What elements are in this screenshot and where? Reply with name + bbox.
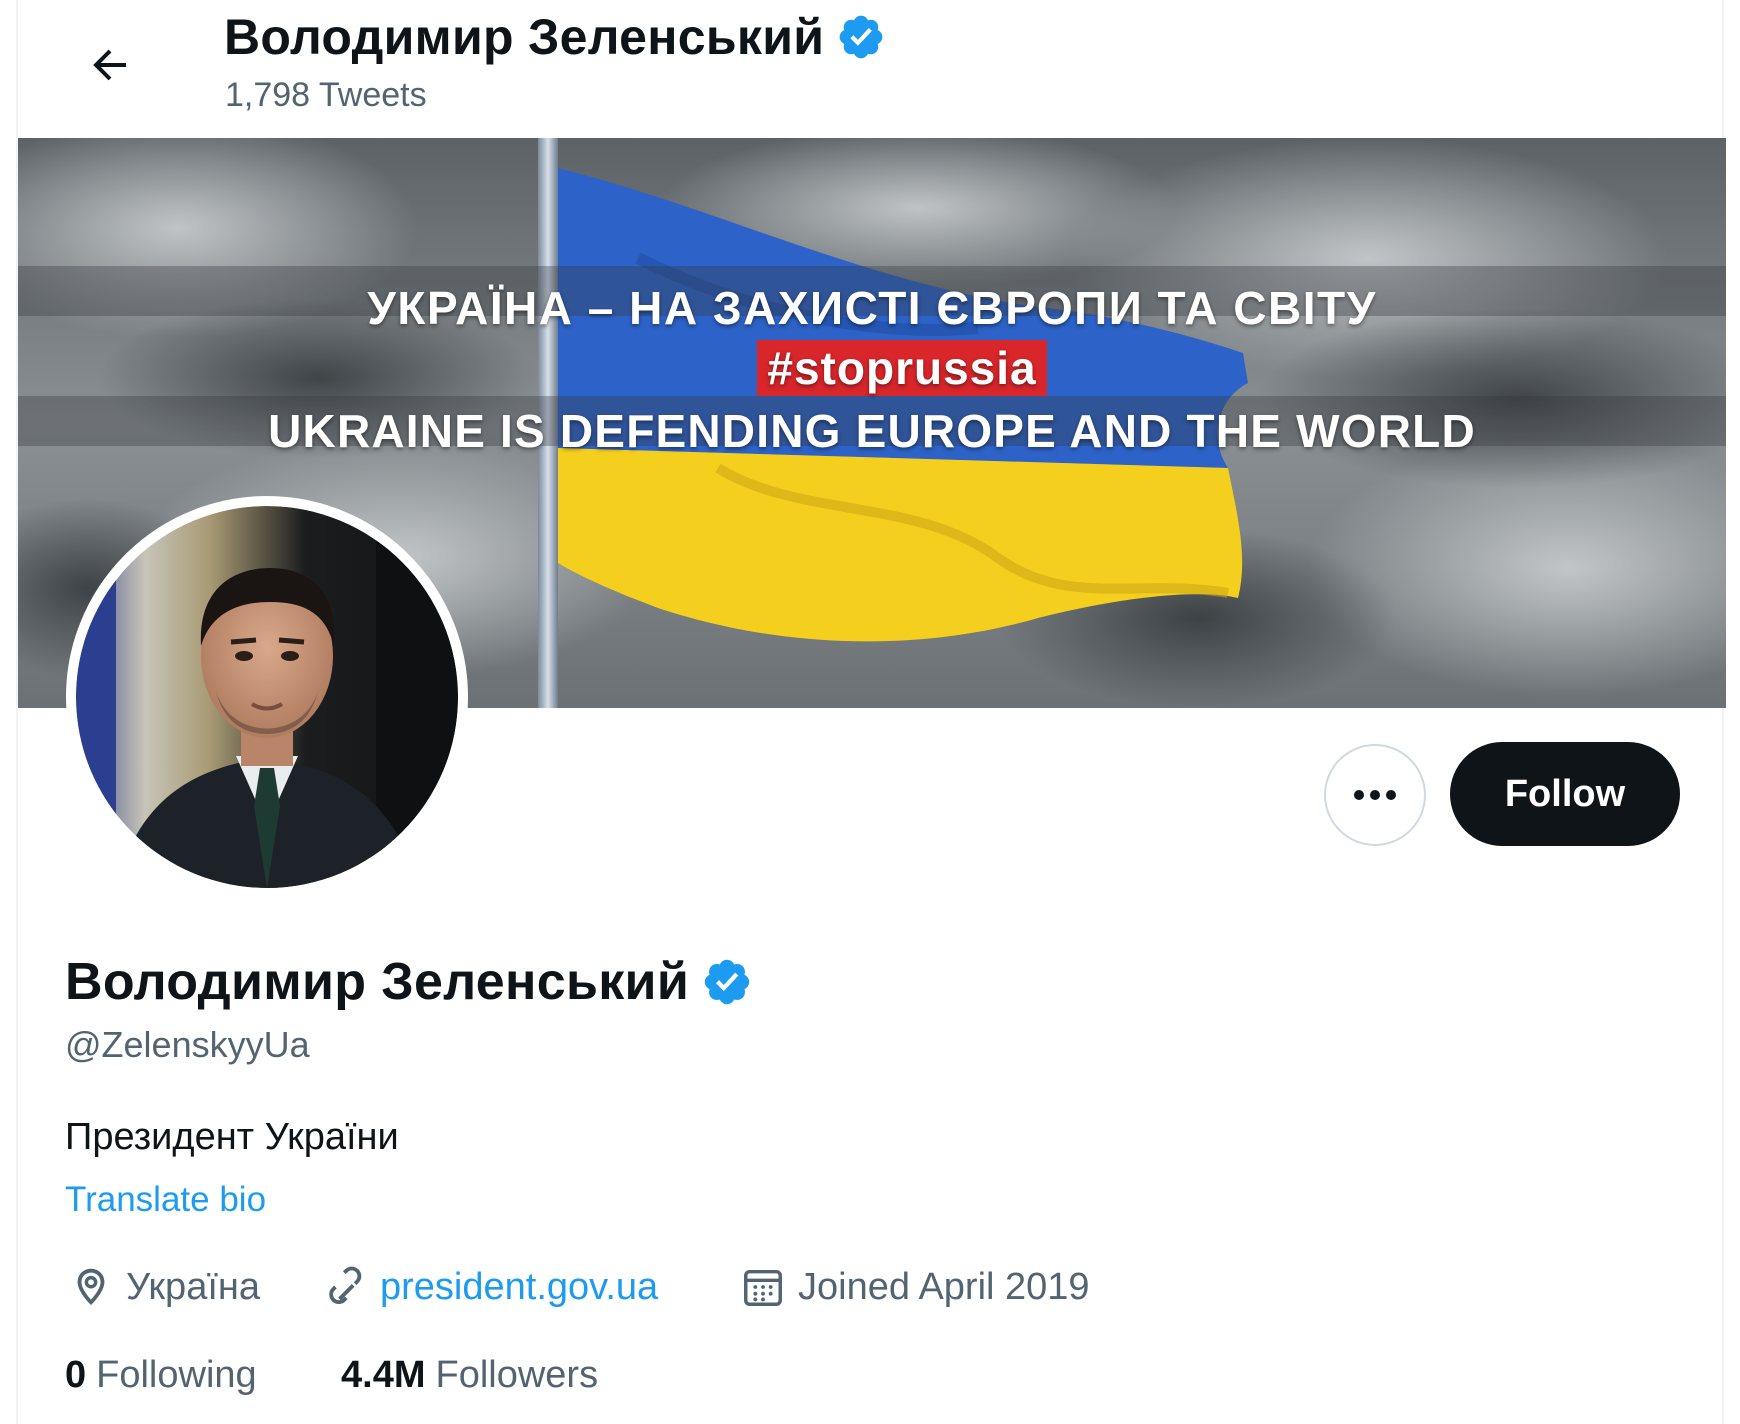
verified-badge-icon bbox=[839, 15, 883, 59]
profile-column: Володимир Зеленський 1,798 Tweets УКРАЇН… bbox=[16, 0, 1726, 1424]
followers-link[interactable]: 4.4M Followers bbox=[341, 1350, 598, 1400]
location-text: Україна bbox=[126, 1265, 261, 1308]
avatar-photo bbox=[76, 506, 458, 888]
website-link[interactable]: president.gov.ua bbox=[380, 1266, 658, 1309]
banner-headline-ua: УКРАЇНА – НА ЗАХИСТІ ЄВРОПИ ТА СВІТУ bbox=[367, 282, 1377, 334]
profile-joined: Joined April 2019 bbox=[740, 1262, 1090, 1312]
profile-name: Володимир Зеленський bbox=[65, 952, 753, 1012]
more-icon bbox=[1354, 790, 1396, 800]
back-arrow-icon bbox=[93, 49, 126, 81]
header-name: Володимир Зеленський bbox=[224, 9, 825, 65]
profile-header-bar: Володимир Зеленський 1,798 Tweets bbox=[18, 0, 1722, 138]
profile-location: Україна bbox=[68, 1262, 260, 1312]
link-icon bbox=[329, 1266, 362, 1305]
follow-button[interactable]: Follow bbox=[1450, 742, 1680, 846]
calendar-icon bbox=[744, 1269, 782, 1306]
location-icon bbox=[77, 1268, 105, 1306]
profile-website[interactable]: president.gov.ua bbox=[322, 1262, 658, 1312]
banner-hashtag-text: #stoprussia bbox=[757, 340, 1047, 396]
verified-badge-icon[interactable] bbox=[701, 956, 753, 1008]
header-title: Володимир Зеленський bbox=[224, 8, 886, 66]
banner-hashtag: #stoprussia bbox=[18, 340, 1726, 396]
followers-label: Followers bbox=[435, 1353, 599, 1396]
back-button[interactable] bbox=[70, 30, 150, 100]
following-count: 0 bbox=[65, 1353, 87, 1396]
banner-headline-en: UKRAINE IS DEFENDING EUROPE AND THE WORL… bbox=[268, 405, 1476, 457]
profile-display-name: Володимир Зеленський bbox=[65, 953, 690, 1011]
following-label: Following bbox=[96, 1353, 257, 1396]
profile-handle: @ZelenskyyUa bbox=[65, 1024, 310, 1065]
avatar[interactable] bbox=[66, 496, 468, 898]
joined-text: Joined April 2019 bbox=[798, 1265, 1090, 1308]
tweet-count: 1,798 Tweets bbox=[225, 76, 427, 114]
more-button[interactable] bbox=[1324, 744, 1426, 846]
translate-bio-link[interactable]: Translate bio bbox=[65, 1180, 266, 1220]
following-link[interactable]: 0 Following bbox=[65, 1350, 257, 1400]
profile-bio: Президент України bbox=[65, 1116, 399, 1158]
followers-count: 4.4M bbox=[341, 1353, 426, 1396]
